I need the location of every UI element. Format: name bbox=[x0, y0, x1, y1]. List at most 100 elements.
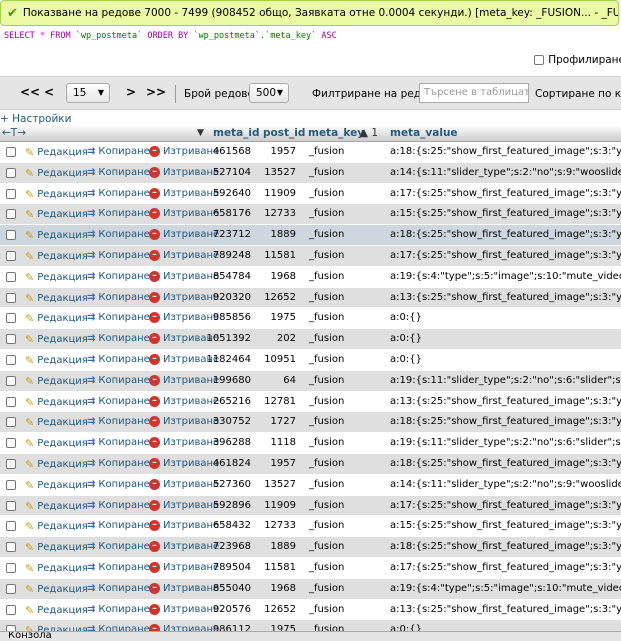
copy-link[interactable]: ⇉ Копиране bbox=[87, 520, 150, 531]
copy-link[interactable]: ⇉ Копиране bbox=[87, 312, 150, 323]
edit-link[interactable]: ✎Редакция bbox=[25, 146, 88, 159]
copy-link[interactable]: ⇉ Копиране bbox=[87, 541, 150, 552]
cell-meta-id[interactable]: 920576 bbox=[195, 604, 251, 615]
table-row[interactable]: ✎ Редакция ⇉ Копиране – Изтриване 985856 1975 _f… bbox=[0, 308, 621, 330]
cell-meta-value[interactable]: a:15:{s:25:"show_first_featured_image";s… bbox=[390, 208, 621, 219]
table-row[interactable]: ✎ Редакция ⇉ Копиране – Изтриване 592640 11909 _… bbox=[0, 183, 621, 205]
cell-post-id[interactable]: 11909 bbox=[258, 188, 296, 199]
cell-post-id[interactable]: 1968 bbox=[258, 271, 296, 282]
cell-meta-value[interactable]: a:13:{s:25:"show_first_featured_image";s… bbox=[390, 604, 621, 615]
prev-page-button[interactable]: < bbox=[44, 85, 54, 99]
table-row[interactable]: ✎ Редакция ⇉ Копиране – Изтриване 658176 12733 _… bbox=[0, 204, 621, 226]
table-row[interactable]: ✎ Редакция ⇉ Копиране – Изтриване 199680 64 _fus… bbox=[0, 370, 621, 392]
edit-link[interactable]: ✎Редакция bbox=[25, 437, 88, 450]
edit-link[interactable]: ✎Редакция bbox=[25, 416, 88, 429]
profiling-toggle[interactable]: Профилиране bbox=[534, 54, 621, 66]
cell-meta-value[interactable]: a:19:{s:11:"slider_type";s:2:"no";s:6:"s… bbox=[390, 375, 621, 386]
cell-meta-value[interactable]: a:17:{s:25:"show_first_featured_image";s… bbox=[390, 562, 621, 573]
copy-link[interactable]: ⇉ Копиране bbox=[87, 250, 150, 261]
cell-meta-id[interactable]: 789504 bbox=[195, 562, 251, 573]
profiling-checkbox[interactable] bbox=[534, 55, 545, 65]
cell-post-id[interactable]: 13527 bbox=[258, 167, 296, 178]
cell-post-id[interactable]: 10951 bbox=[258, 354, 296, 365]
cell-meta-key[interactable]: _fusion bbox=[309, 437, 344, 448]
cell-meta-value[interactable]: a:14:{s:11:"slider_type";s:2:"no";s:9:"w… bbox=[390, 167, 621, 178]
cell-post-id[interactable]: 1957 bbox=[258, 458, 296, 469]
rows-count-select[interactable]: 500 ▼ bbox=[249, 83, 289, 103]
cell-meta-key[interactable]: _fusion bbox=[309, 416, 344, 427]
row-checkbox[interactable] bbox=[6, 479, 16, 490]
table-row[interactable]: ✎ Редакция ⇉ Копиране – Изтриване 855040 1968 _f… bbox=[0, 578, 621, 600]
edit-link[interactable]: ✎Редакция bbox=[25, 250, 88, 263]
row-checkbox[interactable] bbox=[6, 209, 16, 220]
table-row[interactable]: ✎ Редакция ⇉ Копиране – Изтриване 265216 12781 _… bbox=[0, 391, 621, 413]
cell-meta-key[interactable]: _fusion bbox=[309, 188, 344, 199]
cell-meta-value[interactable]: a:15:{s:25:"show_first_featured_image";s… bbox=[390, 520, 621, 531]
cell-meta-value[interactable]: a:14:{s:11:"slider_type";s:2:"no";s:9:"w… bbox=[390, 479, 621, 490]
table-row[interactable]: ✎ Редакция ⇉ Копиране – Изтриване 920576 12652 _… bbox=[0, 599, 621, 621]
edit-link[interactable]: ✎Редакция bbox=[25, 520, 88, 533]
edit-link[interactable]: ✎Редакция bbox=[25, 292, 88, 305]
edit-link[interactable]: ✎Редакция bbox=[25, 188, 88, 201]
cell-meta-value[interactable]: a:0:{} bbox=[390, 333, 621, 344]
copy-link[interactable]: ⇉ Копиране bbox=[87, 375, 150, 386]
edit-link[interactable]: ✎Редакция bbox=[25, 208, 88, 221]
copy-link[interactable]: ⇉ Копиране bbox=[87, 333, 150, 344]
column-header-meta-id[interactable]: meta_id bbox=[213, 127, 260, 139]
cell-meta-value[interactable]: a:17:{s:25:"show_first_featured_image";s… bbox=[390, 500, 621, 511]
row-checkbox[interactable] bbox=[6, 375, 16, 386]
cell-meta-value[interactable]: a:18:{s:25:"show_first_featured_image";s… bbox=[390, 146, 621, 157]
cell-post-id[interactable]: 12733 bbox=[258, 208, 296, 219]
cell-meta-id[interactable]: 592896 bbox=[195, 500, 251, 511]
cell-meta-id[interactable]: 658432 bbox=[195, 520, 251, 531]
row-checkbox[interactable] bbox=[6, 167, 16, 178]
cell-meta-value[interactable]: a:17:{s:25:"show_first_featured_image";s… bbox=[390, 250, 621, 261]
cell-post-id[interactable]: 12733 bbox=[258, 520, 296, 531]
page-select[interactable]: 15 ▼ bbox=[66, 83, 110, 103]
cell-meta-key[interactable]: _fusion bbox=[309, 479, 344, 490]
cell-meta-id[interactable]: 396288 bbox=[195, 437, 251, 448]
table-row[interactable]: ✎ Редакция ⇉ Копиране – Изтриване 1182464 10951… bbox=[0, 349, 621, 371]
cell-post-id[interactable]: 202 bbox=[258, 333, 296, 344]
table-row[interactable]: ✎ Редакция ⇉ Копиране – Изтриване 461824 1957 _f… bbox=[0, 453, 621, 475]
cell-meta-id[interactable]: 1182464 bbox=[195, 354, 251, 365]
row-checkbox[interactable] bbox=[6, 188, 16, 199]
column-header-meta-value[interactable]: meta_value bbox=[390, 127, 458, 139]
table-row[interactable]: ✎ Редакция ⇉ Копиране – Изтриване 461568 1957 _f… bbox=[0, 142, 621, 163]
cell-meta-value[interactable]: a:18:{s:25:"show_first_featured_image";s… bbox=[390, 416, 621, 427]
cell-post-id[interactable]: 13527 bbox=[258, 479, 296, 490]
edit-link[interactable]: ✎Редакция bbox=[25, 604, 88, 617]
table-search-input[interactable]: Търсене в таблицата bbox=[419, 83, 529, 103]
edit-link[interactable]: ✎Редакция bbox=[25, 458, 88, 471]
cell-meta-value[interactable]: a:13:{s:25:"show_first_featured_image";s… bbox=[390, 292, 621, 303]
edit-link[interactable]: ✎Редакция bbox=[25, 396, 88, 409]
row-checkbox[interactable] bbox=[6, 583, 16, 594]
edit-link[interactable]: ✎Редакция bbox=[25, 583, 88, 596]
cell-post-id[interactable]: 1889 bbox=[258, 229, 296, 240]
copy-link[interactable]: ⇉ Копиране bbox=[87, 146, 150, 157]
copy-link[interactable]: ⇉ Копиране bbox=[87, 188, 150, 199]
copy-link[interactable]: ⇉ Копиране bbox=[87, 396, 150, 407]
table-row[interactable]: ✎ Редакция ⇉ Копиране – Изтриване 592896 11909 _… bbox=[0, 495, 621, 517]
cell-meta-id[interactable]: 461568 bbox=[195, 146, 251, 157]
cell-meta-key[interactable]: _fusion bbox=[309, 396, 344, 407]
cell-post-id[interactable]: 1957 bbox=[258, 146, 296, 157]
cell-meta-key[interactable]: _fusion bbox=[309, 292, 344, 303]
table-row[interactable]: ✎ Редакция ⇉ Копиране – Изтриване 854784 1968 _f… bbox=[0, 266, 621, 288]
cell-meta-id[interactable]: 592640 bbox=[195, 188, 251, 199]
row-checkbox[interactable] bbox=[6, 334, 16, 345]
copy-link[interactable]: ⇉ Копиране bbox=[87, 167, 150, 178]
cell-meta-key[interactable]: _fusion bbox=[309, 333, 344, 344]
cell-meta-id[interactable]: 854784 bbox=[195, 271, 251, 282]
sort-menu-icon[interactable]: ▼ bbox=[197, 128, 204, 138]
cell-meta-key[interactable]: _fusion bbox=[309, 229, 344, 240]
cell-post-id[interactable]: 1889 bbox=[258, 541, 296, 552]
copy-link[interactable]: ⇉ Копиране bbox=[87, 479, 150, 490]
cell-meta-value[interactable]: a:0:{} bbox=[390, 354, 621, 365]
table-row[interactable]: ✎ Редакция ⇉ Копиране – Изтриване 396288 1118 _f… bbox=[0, 433, 621, 454]
edit-link[interactable]: ✎Редакция bbox=[25, 500, 88, 513]
cell-meta-key[interactable]: _fusion bbox=[309, 167, 344, 178]
table-row[interactable]: ✎ Редакция ⇉ Копиране – Изтриване 1051392 202 _f… bbox=[0, 329, 621, 350]
row-checkbox[interactable] bbox=[6, 250, 16, 261]
cell-meta-key[interactable]: _fusion bbox=[309, 562, 344, 573]
